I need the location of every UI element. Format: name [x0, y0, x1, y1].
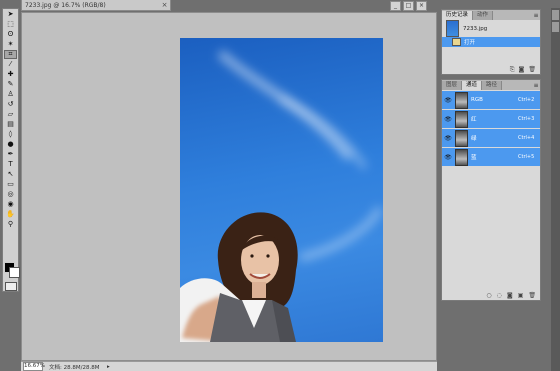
channels-panel: 图层 通道 路径 ≡ 👁 RGB Ctrl+2 👁 红 Ctrl+3 👁 绿 Ctrl+4 👁 蓝 C… — [441, 79, 541, 301]
close-window-button[interactable]: × — [416, 1, 427, 11]
channel-shortcut: Ctrl+2 — [518, 97, 535, 103]
channel-shortcut: Ctrl+4 — [518, 135, 535, 141]
snapshot-thumbnail — [446, 20, 459, 37]
maximize-button[interactable]: □ — [403, 1, 414, 11]
tools-panel: ➤ ⬚ ʘ ✶ ⌗ ⁄ ✚ ✎ ♙ ↺ ▱ ▤ ◊ ● ✒ T ↖ ▭ ◎ ◉ ✋ ⚲ — [2, 8, 19, 292]
history-snapshot[interactable]: 7233.jpg — [442, 20, 540, 37]
channel-list: 👁 RGB Ctrl+2 👁 红 Ctrl+3 👁 绿 Ctrl+4 👁 蓝 Ctrl+5 — [442, 91, 540, 166]
load-channel-as-selection-icon[interactable]: ○ — [486, 292, 491, 299]
hand-tool-icon[interactable]: ✋ — [4, 210, 17, 219]
channel-shortcut: Ctrl+3 — [518, 116, 535, 122]
channel-row[interactable]: 👁 绿 Ctrl+4 — [442, 129, 540, 147]
document-image[interactable] — [180, 38, 383, 342]
delete-state-icon[interactable]: 🗑 — [528, 66, 536, 73]
visibility-eye-icon[interactable]: 👁 — [444, 135, 452, 142]
tab-actions[interactable]: 动作 — [473, 11, 494, 20]
marquee-tool-icon[interactable]: ⬚ — [4, 20, 17, 29]
document-tab-title: 7233.jpg @ 16.7% (RGB/8) — [25, 1, 106, 9]
state-icon — [452, 38, 461, 46]
brush-tool-icon[interactable]: ✎ — [4, 80, 17, 89]
dock-grip-icon[interactable] — [552, 22, 559, 32]
right-dock — [551, 8, 560, 371]
visibility-eye-icon[interactable]: 👁 — [444, 116, 452, 123]
lasso-tool-icon[interactable]: ʘ — [4, 30, 17, 39]
gradient-tool-icon[interactable]: ▤ — [4, 120, 17, 129]
dodge-tool-icon[interactable]: ● — [4, 140, 17, 149]
minimize-button[interactable]: _ — [390, 1, 401, 11]
channel-name: RGB — [471, 97, 483, 103]
new-channel-icon[interactable]: ◙ — [507, 292, 513, 299]
save-selection-as-channel-icon[interactable]: ◌ — [497, 292, 502, 299]
clone-stamp-tool-icon[interactable]: ♙ — [4, 90, 17, 99]
tab-paths[interactable]: 路径 — [482, 81, 503, 90]
blur-tool-icon[interactable]: ◊ — [4, 130, 17, 139]
channel-name: 蓝 — [471, 155, 477, 161]
channels-panel-tabs: 图层 通道 路径 ≡ — [442, 80, 540, 90]
document-size: 文档: 28.8M/28.8M — [49, 364, 100, 371]
shape-tool-icon[interactable]: ▭ — [4, 180, 17, 189]
history-panel-tabs: 历史记录 动作 ≡ — [442, 10, 540, 20]
tab-layers[interactable]: 图层 — [442, 81, 463, 90]
tab-channels[interactable]: 通道 — [462, 81, 483, 90]
new-document-from-state-icon[interactable]: ⎘ — [510, 66, 515, 73]
channel-shortcut: Ctrl+5 — [518, 154, 535, 160]
path-selection-tool-icon[interactable]: ↖ — [4, 170, 17, 179]
snapshot-label: 7233.jpg — [463, 25, 488, 32]
photo-content — [180, 49, 383, 342]
3d-rotate-tool-icon[interactable]: ◎ — [4, 190, 17, 199]
zoom-level[interactable]: 16.67% — [23, 362, 45, 371]
channel-thumbnail — [455, 110, 468, 128]
history-brush-tool-icon[interactable]: ↺ — [4, 100, 17, 109]
channel-mask-icon[interactable]: ▣ — [518, 292, 524, 299]
status-menu-arrow-icon[interactable]: ▸ — [105, 364, 111, 370]
close-icon[interactable]: × — [161, 1, 168, 9]
dock-grip-icon[interactable] — [552, 10, 559, 20]
magic-wand-tool-icon[interactable]: ✶ — [4, 40, 17, 49]
3d-orbit-tool-icon[interactable]: ◉ — [4, 200, 17, 209]
history-footer: ⎘ ◙ 🗑 — [442, 66, 540, 73]
quick-mask-icon[interactable] — [5, 282, 17, 291]
eyedropper-tool-icon[interactable]: ⁄ — [4, 60, 17, 69]
visibility-eye-icon[interactable]: 👁 — [444, 154, 452, 161]
panel-menu-icon[interactable]: ≡ — [532, 81, 540, 90]
delete-channel-icon[interactable]: 🗑 — [528, 292, 536, 299]
move-tool-icon[interactable]: ➤ — [4, 10, 17, 19]
channel-name: 绿 — [471, 136, 477, 142]
crop-tool-icon[interactable]: ⌗ — [4, 50, 17, 59]
eraser-tool-icon[interactable]: ▱ — [4, 110, 17, 119]
window-controls: _ □ × — [390, 1, 427, 11]
channel-row[interactable]: 👁 红 Ctrl+3 — [442, 110, 540, 128]
channel-row[interactable]: 👁 RGB Ctrl+2 — [442, 91, 540, 109]
healing-brush-tool-icon[interactable]: ✚ — [4, 70, 17, 79]
channel-name: 红 — [471, 117, 477, 123]
channel-thumbnail — [455, 91, 468, 109]
channel-thumbnail — [455, 148, 468, 166]
status-bar: 16.67% 文档: 28.8M/28.8M ▸ — [21, 361, 437, 371]
visibility-eye-icon[interactable]: 👁 — [444, 97, 452, 104]
history-panel: 历史记录 动作 ≡ 7233.jpg 打开 ⎘ ◙ 🗑 — [441, 9, 541, 75]
channel-row[interactable]: 👁 蓝 Ctrl+5 — [442, 148, 540, 166]
panel-menu-icon[interactable]: ≡ — [532, 11, 540, 20]
new-snapshot-icon[interactable]: ◙ — [519, 66, 525, 73]
channel-thumbnail — [455, 129, 468, 147]
channels-footer: ○ ◌ ◙ ▣ 🗑 — [442, 292, 540, 299]
type-tool-icon[interactable]: T — [4, 160, 17, 169]
document-tab[interactable]: 7233.jpg @ 16.7% (RGB/8) × — [21, 0, 171, 11]
background-color-swatch[interactable] — [9, 267, 20, 278]
zoom-tool-icon[interactable]: ⚲ — [4, 220, 17, 229]
history-state-label: 打开 — [464, 40, 476, 46]
history-state-row[interactable]: 打开 — [442, 37, 540, 47]
tab-history[interactable]: 历史记录 — [442, 11, 474, 20]
pen-tool-icon[interactable]: ✒ — [4, 150, 17, 159]
